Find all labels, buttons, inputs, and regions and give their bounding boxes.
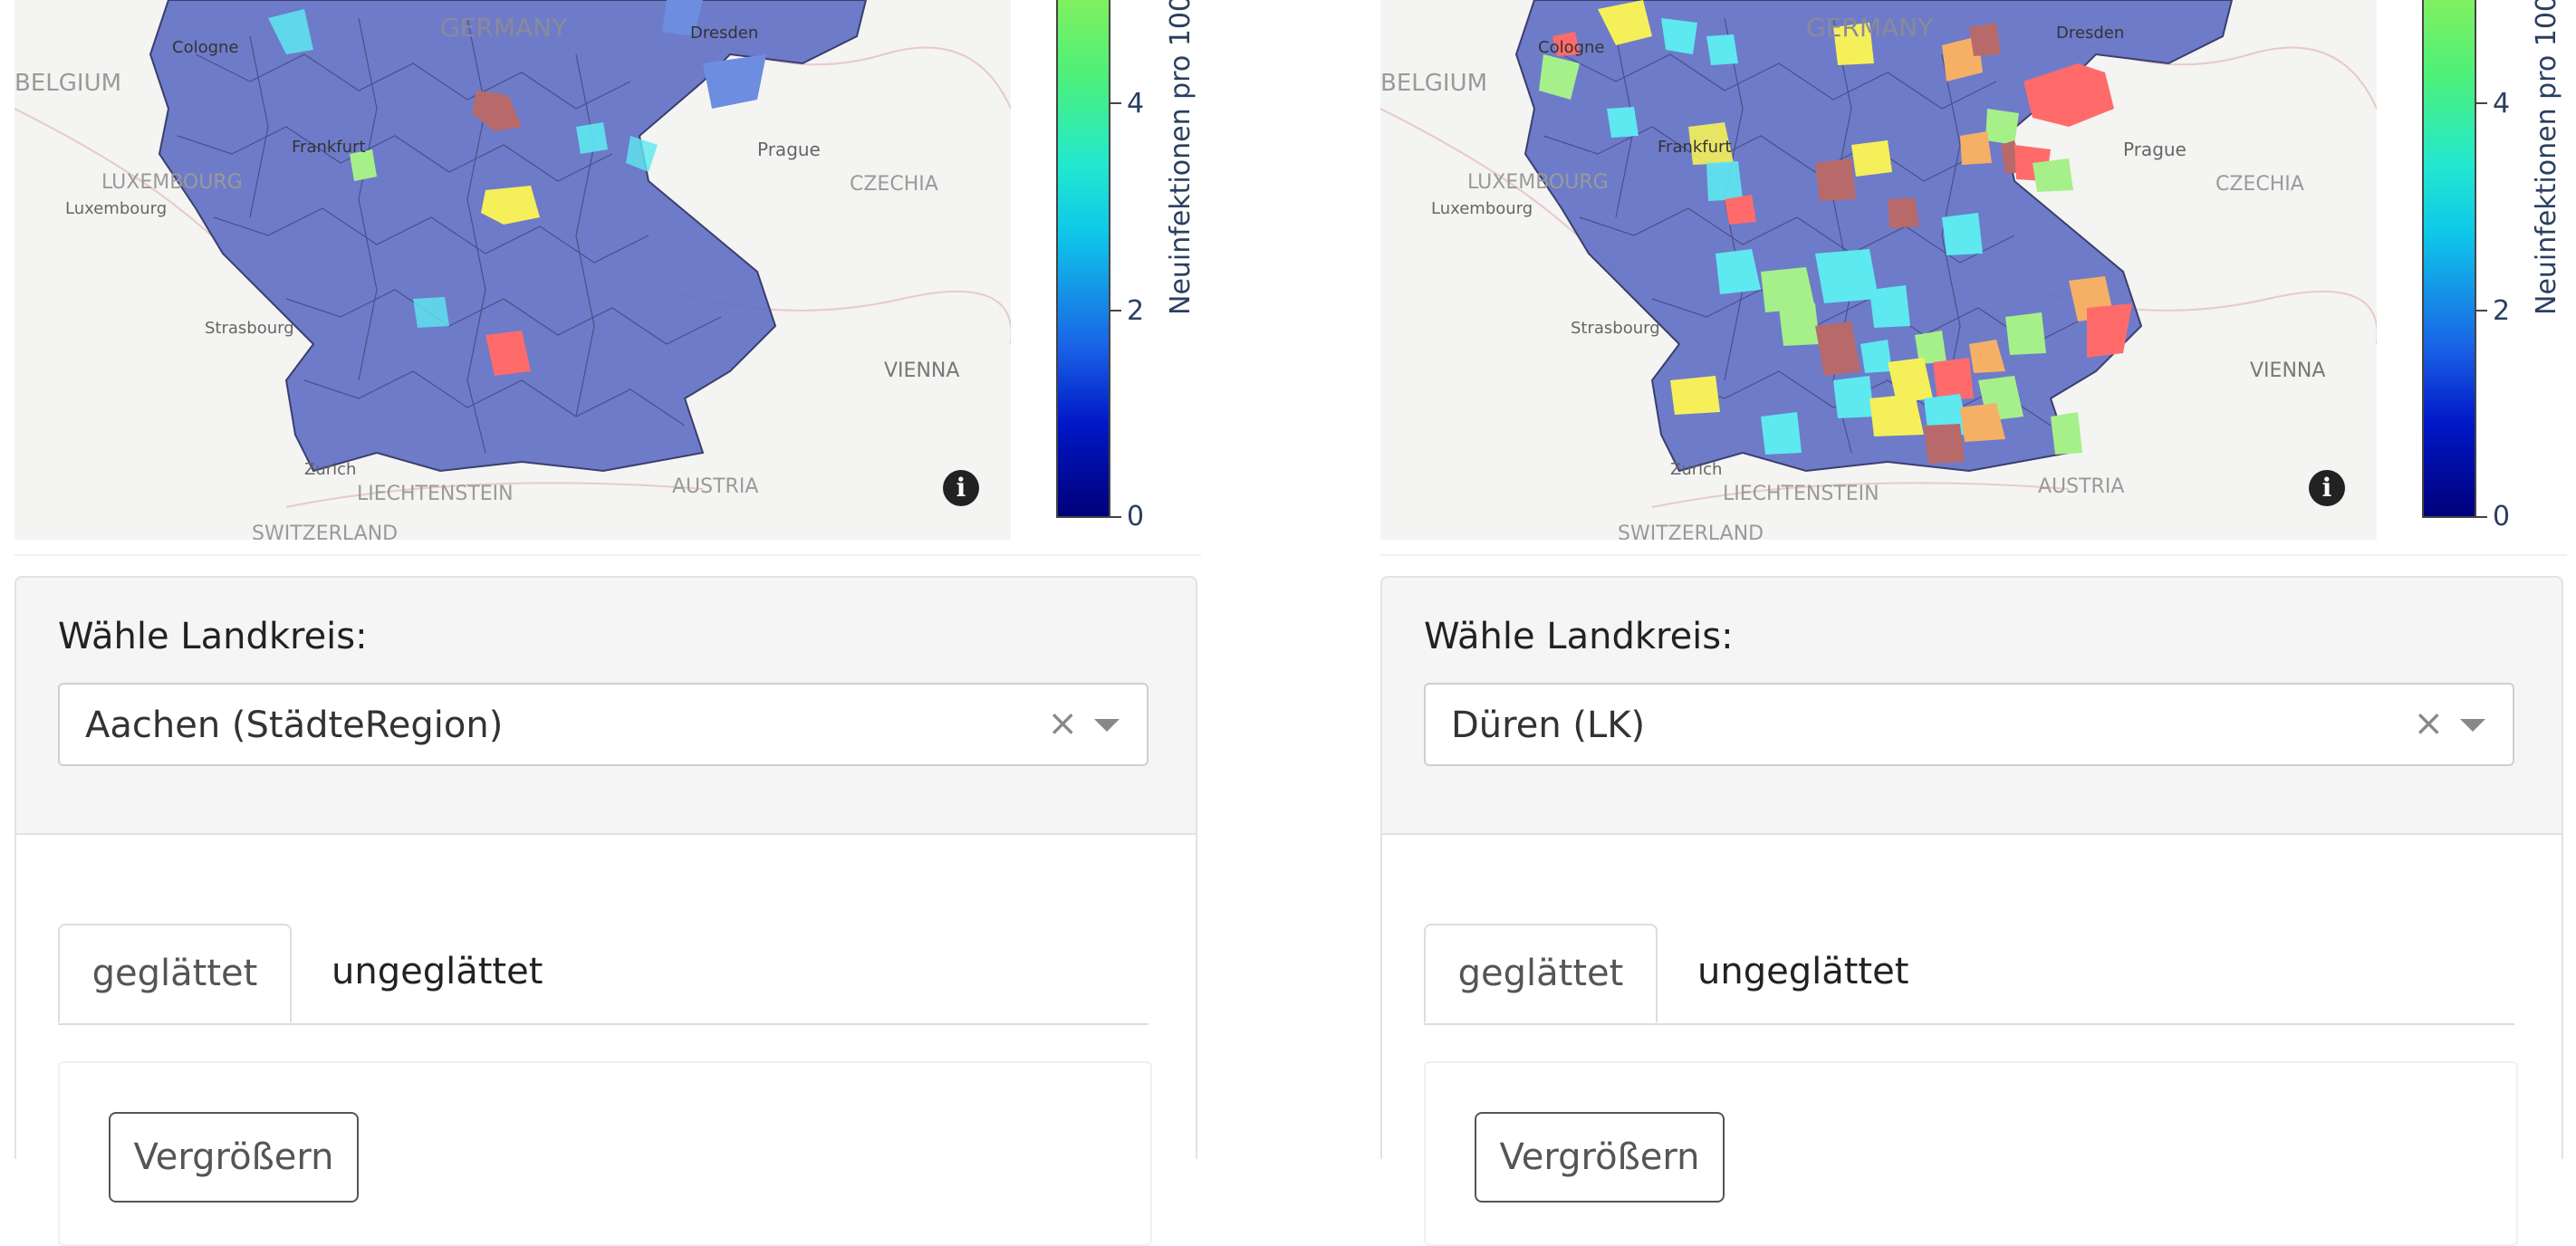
colorbar-tick xyxy=(2476,102,2487,104)
map-label-switzerland: SWITZERLAND xyxy=(1618,522,1764,540)
colorbar-tick xyxy=(2476,310,2487,312)
map-label-luxembourg-country: LUXEMBOURG xyxy=(1467,171,1609,194)
map-label-luxembourg-country: LUXEMBOURG xyxy=(101,171,243,194)
map-label-liechtenstein: LIECHTENSTEIN xyxy=(357,483,514,505)
map-label-prague: Prague xyxy=(2123,139,2187,160)
colorbar-tick-label: 2 xyxy=(1127,295,1145,327)
map-label-cologne: Cologne xyxy=(1538,38,1605,57)
colorbar-tick-label: 0 xyxy=(2493,501,2511,532)
map-canvas[interactable]: GERMANY BELGIUM LUXEMBOURG Luxembourg Pr… xyxy=(1380,0,2377,540)
tab-unsmoothed[interactable]: ungeglättet xyxy=(332,924,543,1023)
map-label-switzerland: SWITZERLAND xyxy=(252,522,398,540)
colorbar xyxy=(1056,0,1110,518)
map-label-cologne: Cologne xyxy=(172,38,239,57)
map-label-dresden: Dresden xyxy=(2056,24,2124,43)
district-selector-panel: Wähle Landkreis: Aachen (StädteRegion) × xyxy=(14,576,1197,835)
tab-bar: geglättet ungeglättet xyxy=(58,924,1149,1025)
map-panel-left: GERMANY BELGIUM LUXEMBOURG Luxembourg Pr… xyxy=(14,0,1210,1246)
colorbar-tick xyxy=(1110,102,1121,104)
map-label-austria: AUSTRIA xyxy=(672,475,758,498)
map-label-strasbourg: Strasbourg xyxy=(205,319,294,338)
map-label-germany: GERMANY xyxy=(440,13,568,43)
zoom-button[interactable]: Vergrößern xyxy=(1475,1112,1725,1203)
colorbar-tick xyxy=(2476,516,2487,518)
colorbar-title: Neuinfektionen pro 100. xyxy=(1165,0,1197,315)
select-label: Wähle Landkreis: xyxy=(58,616,368,657)
map-label-vienna: VIENNA xyxy=(884,359,959,382)
colorbar-tick xyxy=(1110,310,1121,312)
map-label-czechia: CZECHIA xyxy=(850,173,938,196)
map-label-strasbourg: Strasbourg xyxy=(1571,319,1660,338)
chart-panel: geglättet ungeglättet Vergrößern xyxy=(1380,835,2563,1246)
select-value: Aachen (StädteRegion) xyxy=(85,704,504,746)
clear-icon[interactable]: × xyxy=(1047,703,1078,744)
divider xyxy=(1380,554,2567,556)
colorbar-tick-label: 4 xyxy=(2493,88,2511,120)
map-canvas[interactable]: GERMANY BELGIUM LUXEMBOURG Luxembourg Pr… xyxy=(14,0,1011,540)
map-label-czechia: CZECHIA xyxy=(2216,173,2304,196)
colorbar-tick xyxy=(1110,516,1121,518)
tab-bar: geglättet ungeglättet xyxy=(1424,924,2514,1025)
district-selector-panel: Wähle Landkreis: Düren (LK) × xyxy=(1380,576,2563,835)
map-label-frankfurt: Frankfurt xyxy=(1658,138,1732,157)
info-icon[interactable]: i xyxy=(2309,470,2345,506)
map-label-luxembourg-city: Luxembourg xyxy=(65,199,167,218)
zoom-button[interactable]: Vergrößern xyxy=(109,1112,359,1203)
map-label-dresden: Dresden xyxy=(690,24,758,43)
map-label-germany: GERMANY xyxy=(1806,13,1934,43)
divider xyxy=(14,554,1201,556)
chevron-down-icon[interactable] xyxy=(1094,719,1120,732)
map-label-luxembourg-city: Luxembourg xyxy=(1431,199,1533,218)
tab-unsmoothed[interactable]: ungeglättet xyxy=(1697,924,1908,1023)
info-icon[interactable]: i xyxy=(943,470,979,506)
map-panel-right: GERMANY BELGIUM LUXEMBOURG Luxembourg Pr… xyxy=(1380,0,2576,1246)
map-label-liechtenstein: LIECHTENSTEIN xyxy=(1723,483,1879,505)
chart-panel: geglättet ungeglättet Vergrößern xyxy=(14,835,1197,1246)
colorbar xyxy=(2422,0,2476,518)
clear-icon[interactable]: × xyxy=(2413,703,2444,744)
colorbar-tick-label: 2 xyxy=(2493,295,2511,327)
tab-smoothed[interactable]: geglättet xyxy=(1424,924,1658,1023)
map-label-vienna: VIENNA xyxy=(2250,359,2325,382)
map-label-prague: Prague xyxy=(757,139,821,160)
tab-content: Vergrößern xyxy=(1424,1061,2518,1246)
choropleth-map[interactable]: GERMANY BELGIUM LUXEMBOURG Luxembourg Pr… xyxy=(1380,0,2377,540)
map-label-zurich: Zurich xyxy=(1670,460,1722,479)
map-label-belgium: BELGIUM xyxy=(14,70,121,97)
chevron-down-icon[interactable] xyxy=(2460,719,2485,732)
district-select[interactable]: Aachen (StädteRegion) × xyxy=(58,683,1149,766)
colorbar-tick-label: 4 xyxy=(1127,88,1145,120)
map-label-austria: AUSTRIA xyxy=(2038,475,2124,498)
colorbar-title: Neuinfektionen pro 100. xyxy=(2531,0,2562,315)
select-value: Düren (LK) xyxy=(1451,704,1646,746)
tab-smoothed[interactable]: geglättet xyxy=(58,924,292,1023)
select-label: Wähle Landkreis: xyxy=(1424,616,1734,657)
map-label-frankfurt: Frankfurt xyxy=(292,138,366,157)
map-label-zurich: Zurich xyxy=(304,460,356,479)
district-select[interactable]: Düren (LK) × xyxy=(1424,683,2514,766)
choropleth-map[interactable]: GERMANY BELGIUM LUXEMBOURG Luxembourg Pr… xyxy=(14,0,1011,540)
colorbar-tick-label: 0 xyxy=(1127,501,1145,532)
tab-content: Vergrößern xyxy=(58,1061,1152,1246)
map-label-belgium: BELGIUM xyxy=(1380,70,1487,97)
